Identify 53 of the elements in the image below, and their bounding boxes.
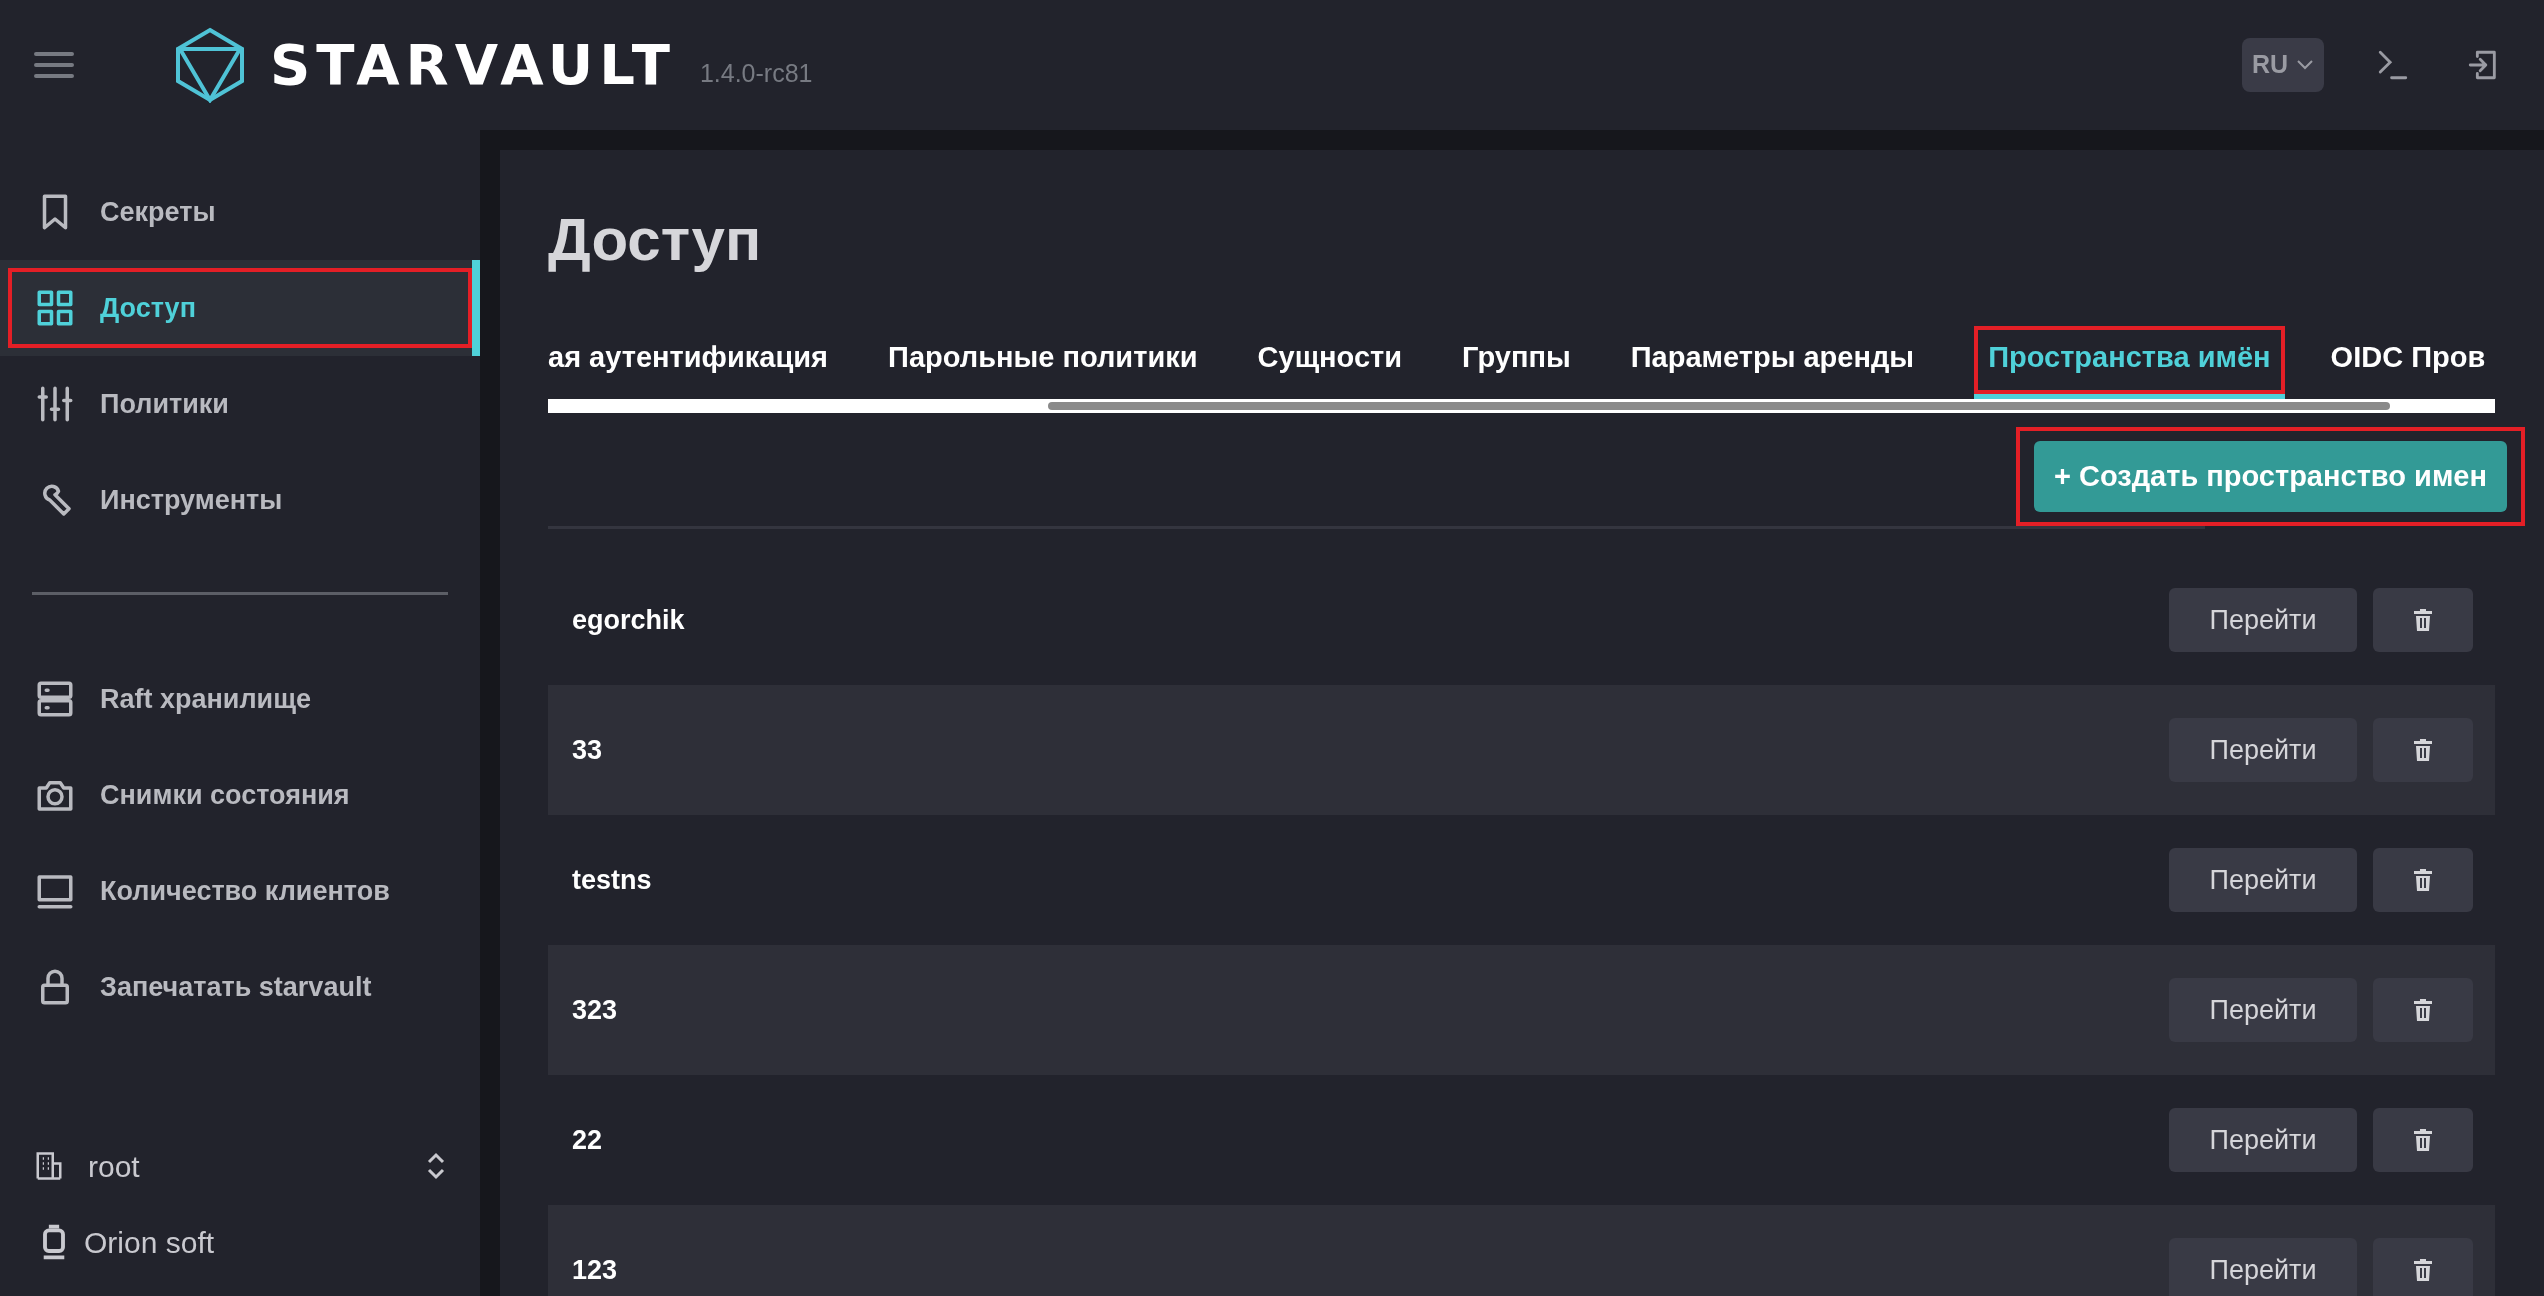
delete-button[interactable] bbox=[2373, 588, 2473, 652]
sidebar-item[interactable]: Запечатать starvault bbox=[0, 939, 480, 1035]
sidebar-item[interactable]: Доступ bbox=[0, 260, 480, 356]
open-button[interactable]: Перейти bbox=[2169, 848, 2357, 912]
logo-icon bbox=[174, 27, 246, 103]
tab[interactable]: Пространства имён bbox=[1974, 326, 2285, 399]
caret-icon bbox=[2296, 59, 2314, 71]
sidebar-item[interactable]: Снимки состояния bbox=[0, 747, 480, 843]
scrollbar[interactable] bbox=[548, 398, 2495, 413]
version-text: 1.4.0-rc81 bbox=[699, 58, 813, 90]
open-button[interactable]: Перейти bbox=[2169, 978, 2357, 1042]
trash-icon bbox=[2413, 739, 2433, 761]
open-button[interactable]: Перейти bbox=[2169, 718, 2357, 782]
sidebar-item[interactable]: Количество клиентов bbox=[0, 843, 480, 939]
namespace-name: 33 bbox=[572, 733, 603, 767]
trash-icon bbox=[2413, 1129, 2433, 1151]
namespace-name: 323 bbox=[572, 993, 618, 1027]
terminal-icon bbox=[2376, 48, 2410, 82]
sidebar-item[interactable]: Секреты bbox=[0, 164, 480, 260]
tab[interactable]: ая аутентификация bbox=[548, 326, 843, 399]
language-dropdown[interactable]: RU bbox=[2241, 38, 2324, 92]
trash-icon bbox=[2413, 999, 2433, 1021]
delete-button[interactable] bbox=[2373, 1238, 2473, 1296]
tab[interactable]: Парольные политики bbox=[888, 326, 1212, 399]
namespace-name: egorchik bbox=[572, 603, 685, 637]
page-title: Доступ bbox=[548, 205, 763, 275]
building-icon bbox=[34, 1150, 64, 1182]
delete-button[interactable] bbox=[2373, 848, 2473, 912]
menu-icon[interactable] bbox=[34, 51, 74, 79]
watch-icon bbox=[40, 1224, 68, 1260]
open-button[interactable]: Перейти bbox=[2169, 1108, 2357, 1172]
delete-button[interactable] bbox=[2373, 1108, 2473, 1172]
tab[interactable]: Группы bbox=[1462, 326, 1585, 399]
tab[interactable]: OIDC Пров bbox=[2330, 326, 2495, 399]
sidebar-item[interactable]: Инструменты bbox=[0, 452, 480, 548]
trash-icon bbox=[2413, 609, 2433, 631]
open-button[interactable]: Перейти bbox=[2169, 588, 2357, 652]
sidebar-item[interactable]: Raft хранилище bbox=[0, 651, 480, 747]
delete-button[interactable] bbox=[2373, 718, 2473, 782]
tab[interactable]: Параметры аренды bbox=[1630, 326, 1929, 399]
chevron-icon bbox=[426, 1151, 446, 1181]
trash-icon bbox=[2413, 1259, 2433, 1281]
namespace-name: 123 bbox=[572, 1253, 618, 1287]
delete-button[interactable] bbox=[2373, 978, 2473, 1042]
tab[interactable]: Сущности bbox=[1257, 326, 1417, 399]
open-button[interactable]: Перейти bbox=[2169, 1238, 2357, 1296]
namespace-selector[interactable]: root bbox=[0, 1126, 480, 1206]
organization-name: Orion soft bbox=[84, 1224, 215, 1261]
namespace-name: 22 bbox=[572, 1123, 603, 1157]
logo-text: STARVAULT bbox=[270, 31, 676, 99]
sidebar-item[interactable]: Политики bbox=[0, 356, 480, 452]
trash-icon bbox=[2413, 869, 2433, 891]
namespace-name: testns bbox=[572, 863, 652, 897]
